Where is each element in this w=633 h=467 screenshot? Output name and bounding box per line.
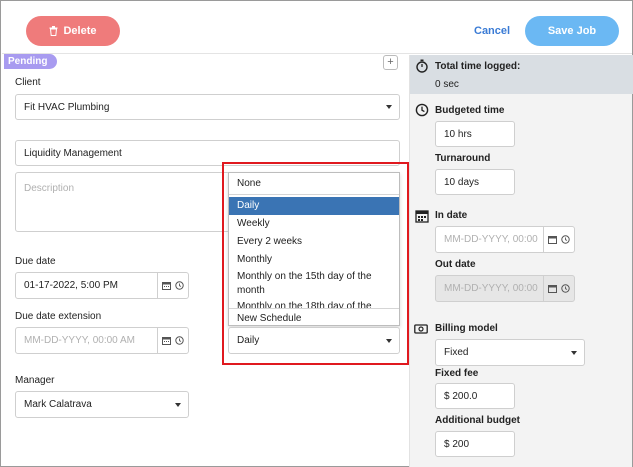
chevron-down-icon bbox=[571, 350, 577, 355]
additional-budget-value: $ 200 bbox=[444, 438, 470, 450]
chevron-down-icon bbox=[175, 402, 181, 407]
due-date-value: 01-17-2022, 5:00 PM bbox=[24, 280, 118, 291]
due-date-extension-placeholder: MM-DD-YYYY, 00:00 AM bbox=[24, 335, 135, 346]
status-badge: Pending bbox=[4, 54, 58, 69]
top-toolbar: Delete Cancel Save Job bbox=[2, 2, 632, 54]
due-date-label: Due date bbox=[15, 256, 56, 267]
out-date-picker-icons[interactable] bbox=[543, 276, 574, 301]
budgeted-time-input[interactable]: 10 hrs bbox=[435, 121, 515, 147]
calendar-icon bbox=[548, 285, 557, 293]
fixed-fee-input[interactable]: $ 200.0 bbox=[435, 383, 515, 409]
client-value: Fit HVAC Plumbing bbox=[24, 101, 110, 113]
delete-button[interactable]: Delete bbox=[26, 16, 120, 46]
clock-icon bbox=[415, 103, 429, 117]
total-time-value: 0 sec bbox=[435, 79, 459, 90]
budgeted-time-label: Budgeted time bbox=[435, 105, 505, 116]
clock-icon bbox=[561, 284, 570, 293]
due-date-input[interactable]: 01-17-2022, 5:00 PM bbox=[15, 272, 189, 299]
job-editor-window: Delete Cancel Save Job Pending + Client … bbox=[0, 0, 633, 467]
manager-label: Manager bbox=[15, 375, 55, 386]
calendar-icon bbox=[162, 282, 171, 290]
billing-model-select[interactable]: Fixed bbox=[435, 339, 585, 366]
trash-icon bbox=[49, 26, 58, 36]
highlight-box bbox=[222, 162, 409, 365]
description-placeholder: Description bbox=[24, 183, 75, 194]
chevron-down-icon bbox=[386, 105, 392, 109]
job-name-value: Liquidity Management bbox=[24, 147, 122, 159]
money-icon bbox=[414, 324, 428, 334]
manager-select[interactable]: Mark Calatrava bbox=[15, 391, 189, 418]
total-time-label: Total time logged: bbox=[435, 61, 521, 72]
client-select[interactable]: Fit HVAC Plumbing bbox=[15, 94, 400, 120]
out-date-label: Out date bbox=[435, 259, 476, 270]
description-textarea[interactable]: Description bbox=[15, 172, 230, 232]
cancel-button[interactable]: Cancel bbox=[474, 16, 510, 46]
calendar-icon bbox=[162, 337, 171, 345]
in-date-label: In date bbox=[435, 210, 468, 221]
delete-label: Delete bbox=[63, 25, 97, 37]
clock-icon bbox=[175, 281, 184, 290]
calendar-icon bbox=[548, 236, 557, 244]
additional-budget-label: Additional budget bbox=[435, 415, 520, 426]
in-date-picker-icons[interactable] bbox=[543, 227, 574, 252]
due-date-extension-label: Due date extension bbox=[15, 311, 102, 322]
out-date-input[interactable]: MM-DD-YYYY, 00:00 bbox=[435, 275, 575, 302]
billing-model-label: Billing model bbox=[435, 323, 498, 334]
billing-model-value: Fixed bbox=[444, 347, 469, 358]
additional-budget-input[interactable]: $ 200 bbox=[435, 431, 515, 457]
turnaround-label: Turnaround bbox=[435, 153, 491, 164]
client-label: Client bbox=[15, 77, 41, 88]
due-date-extension-input[interactable]: MM-DD-YYYY, 00:00 AM bbox=[15, 327, 189, 354]
add-button[interactable]: + bbox=[383, 55, 398, 70]
in-date-input[interactable]: MM-DD-YYYY, 00:00 bbox=[435, 226, 575, 253]
in-date-placeholder: MM-DD-YYYY, 00:00 bbox=[444, 234, 538, 245]
clock-icon bbox=[561, 235, 570, 244]
calendar-icon bbox=[415, 210, 429, 223]
clock-icon bbox=[175, 336, 184, 345]
turnaround-value: 10 days bbox=[444, 176, 480, 188]
out-date-placeholder: MM-DD-YYYY, 00:00 bbox=[444, 283, 538, 294]
turnaround-input[interactable]: 10 days bbox=[435, 169, 515, 195]
save-job-button[interactable]: Save Job bbox=[525, 16, 619, 46]
budgeted-time-value: 10 hrs bbox=[444, 128, 472, 140]
due-date-picker-icons[interactable] bbox=[157, 273, 188, 298]
due-date-extension-picker-icons[interactable] bbox=[157, 328, 188, 353]
fixed-fee-value: $ 200.0 bbox=[444, 390, 478, 402]
manager-value: Mark Calatrava bbox=[24, 399, 92, 410]
stopwatch-icon bbox=[416, 59, 428, 73]
fixed-fee-label: Fixed fee bbox=[435, 368, 479, 379]
